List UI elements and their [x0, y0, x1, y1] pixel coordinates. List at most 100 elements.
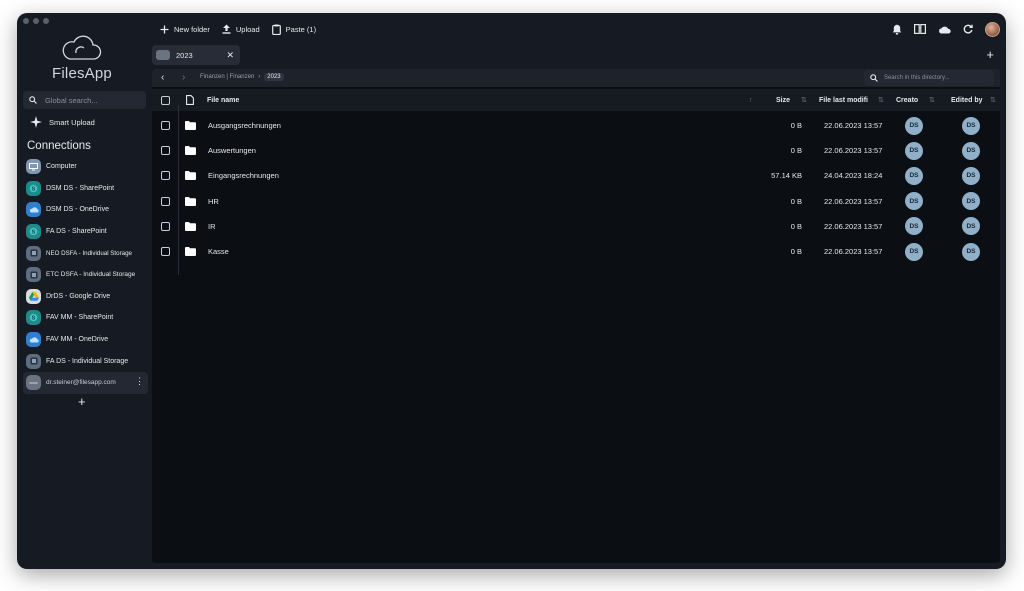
breadcrumb: Finanzen | Finanzen › 2023 — [200, 73, 284, 81]
onedrive-icon — [26, 332, 41, 348]
file-type-icon — [186, 89, 194, 111]
connection-item-active[interactable]: dr.steiner@filesapp.com ⋮ — [23, 371, 148, 394]
connections-title: Connections — [27, 140, 91, 152]
plus-icon — [160, 25, 169, 33]
file-name[interactable]: Auswertungen — [208, 138, 256, 163]
tab-connection-icon — [156, 50, 170, 60]
table-row[interactable]: Auswertungen 0 B 22.06.2023 13:57 DS DS — [152, 138, 1000, 163]
tab-label: 2023 — [176, 50, 193, 60]
toolbar: New folder Upload Paste (1) — [152, 19, 316, 39]
breadcrumb-current[interactable]: 2023 — [264, 73, 284, 81]
svg-text:S: S — [32, 316, 36, 322]
column-header-name[interactable]: File name — [207, 89, 239, 111]
table-header: File name ↑ Size ⇅ File last modifi ⇅ Cr… — [152, 89, 1000, 111]
table-row[interactable]: Ausgangsrechnungen 0 B 22.06.2023 13:57 … — [152, 113, 1000, 138]
add-connection-button[interactable]: + — [78, 394, 86, 409]
sort-icon[interactable]: ⇅ — [878, 89, 884, 111]
close-icon[interactable]: ✕ — [226, 50, 234, 61]
global-search-input[interactable]: Global search... — [23, 91, 146, 109]
file-modified: 22.06.2023 13:57 — [824, 247, 883, 257]
smart-upload-label: Smart Upload — [49, 117, 95, 127]
connection-item[interactable]: Computer — [26, 156, 149, 178]
paste-label: Paste (1) — [285, 24, 317, 34]
connection-item[interactable]: DSM DS - OneDrive — [26, 199, 149, 221]
folder-icon — [185, 163, 196, 188]
bell-icon[interactable] — [892, 24, 902, 35]
connection-item[interactable]: S DSM DS - SharePoint — [26, 178, 149, 200]
sort-ascending-icon[interactable]: ↑ — [749, 89, 753, 111]
breadcrumb-item[interactable]: Finanzen | Finanzen — [200, 74, 254, 80]
folder-icon — [185, 189, 196, 214]
clipboard-icon — [271, 24, 281, 35]
file-name[interactable]: IR — [208, 214, 216, 239]
file-modified: 22.06.2023 13:57 — [824, 221, 883, 231]
sharepoint-icon: S — [26, 224, 41, 240]
tab-2023[interactable]: 2023 ✕ — [152, 45, 240, 65]
row-checkbox[interactable] — [161, 239, 170, 264]
creator-avatar: DS — [905, 189, 923, 214]
file-size: 0 B — [790, 121, 802, 131]
connection-label: dr.steiner@filesapp.com — [46, 379, 116, 387]
folder-icon — [185, 239, 196, 264]
sort-icon[interactable]: ⇅ — [801, 89, 807, 111]
app-name: FilesApp — [52, 65, 112, 82]
connection-item[interactable]: FA DS - Individual Storage — [26, 350, 149, 372]
chevron-right-icon[interactable]: › — [182, 72, 185, 83]
file-name[interactable]: HR — [208, 189, 219, 214]
upload-icon — [222, 24, 231, 34]
row-checkbox[interactable] — [161, 113, 170, 138]
onedrive-icon — [26, 202, 41, 218]
connection-label: FA DS - Individual Storage — [46, 357, 129, 365]
editor-avatar: DS — [962, 214, 980, 239]
connection-label: FAV MM - OneDrive — [46, 336, 109, 344]
column-header-modified[interactable]: File last modifi — [819, 89, 868, 111]
connection-item[interactable]: S FAV MM - SharePoint — [26, 307, 149, 329]
smart-upload-button[interactable]: Smart Upload — [30, 116, 95, 128]
file-modified: 24.04.2023 18:24 — [824, 171, 883, 181]
directory-search-input[interactable]: Search in this directory... — [864, 70, 994, 86]
connection-item[interactable]: NEO DSFA - Individual Storage — [26, 242, 149, 264]
svg-text:S: S — [32, 186, 36, 192]
row-checkbox[interactable] — [161, 138, 170, 163]
sort-icon[interactable]: ⇅ — [990, 89, 996, 111]
folder-icon — [185, 138, 196, 163]
row-checkbox[interactable] — [161, 214, 170, 239]
file-list: Ausgangsrechnungen 0 B 22.06.2023 13:57 … — [152, 113, 1000, 264]
table-row[interactable]: HR 0 B 22.06.2023 13:57 DS DS — [152, 189, 1000, 214]
chevron-left-icon[interactable]: ‹ — [161, 72, 164, 83]
row-checkbox[interactable] — [161, 163, 170, 188]
connection-item[interactable]: FAV MM - OneDrive — [26, 329, 149, 351]
file-name[interactable]: Ausgangsrechnungen — [208, 113, 281, 138]
folder-icon — [185, 113, 196, 138]
more-options-icon[interactable]: ⋮ — [135, 376, 144, 387]
file-size: 0 B — [790, 146, 802, 156]
table-row[interactable]: Kasse 0 B 22.06.2023 13:57 DS DS — [152, 239, 1000, 264]
connection-label: DSM DS - OneDrive — [46, 206, 110, 214]
file-size: 0 B — [790, 247, 802, 257]
select-all-checkbox[interactable] — [161, 89, 170, 111]
breadcrumb-separator: › — [258, 74, 261, 80]
connection-item[interactable]: S FA DS - SharePoint — [26, 221, 149, 243]
editor-avatar: DS — [962, 113, 980, 138]
add-tab-button[interactable]: + — [986, 47, 994, 62]
column-header-creator[interactable]: Creato — [896, 89, 918, 111]
row-checkbox[interactable] — [161, 189, 170, 214]
new-folder-button[interactable]: New folder — [160, 25, 210, 34]
paste-button[interactable]: Paste (1) — [271, 24, 317, 35]
upload-button[interactable]: Upload — [222, 24, 260, 34]
file-modified: 22.06.2023 13:57 — [824, 121, 883, 131]
avatar[interactable] — [985, 21, 1000, 37]
cloud-icon[interactable] — [938, 25, 951, 34]
file-name[interactable]: Kasse — [208, 239, 229, 264]
file-name[interactable]: Eingangsrechnungen — [208, 163, 279, 188]
creator-avatar: DS — [905, 163, 923, 188]
sort-icon[interactable]: ⇅ — [929, 89, 935, 111]
connection-item[interactable]: ETC DSFA - Individual Storage — [26, 264, 149, 286]
table-row[interactable]: IR 0 B 22.06.2023 13:57 DS DS — [152, 214, 1000, 239]
connection-item[interactable]: DrDS - Google Drive — [26, 286, 149, 308]
refresh-icon[interactable] — [963, 24, 973, 34]
split-view-icon[interactable] — [914, 24, 926, 34]
column-header-size[interactable]: Size — [776, 89, 790, 111]
column-header-edited-by[interactable]: Edited by — [951, 89, 983, 111]
table-row[interactable]: Eingangsrechnungen 57.14 KB 24.04.2023 1… — [152, 163, 1000, 188]
